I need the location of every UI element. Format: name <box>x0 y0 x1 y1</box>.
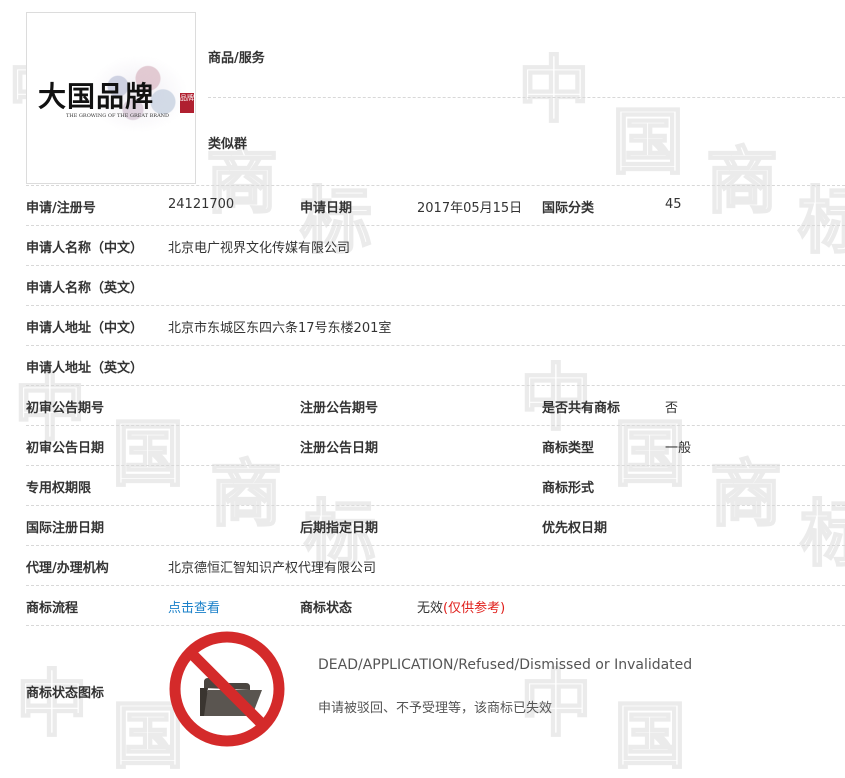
status-chinese-description: 申请被驳回、不予受理等，该商标已失效 <box>318 701 553 716</box>
status-label: 商标状态 <box>300 601 353 616</box>
divider <box>26 225 845 226</box>
status-reference-note: (仅供参考) <box>443 601 506 616</box>
status-value: 无效 <box>417 601 444 616</box>
late-designation-date-label: 后期指定日期 <box>300 521 379 536</box>
logo-main-text: 大国品牌 <box>38 80 155 113</box>
applicant-cn-value: 北京电广视界文化传媒有限公司 <box>168 241 351 256</box>
apply-date-label: 申请日期 <box>300 201 353 216</box>
divider <box>26 425 845 426</box>
address-en-label: 申请人地址（英文） <box>26 361 144 376</box>
no-folder-icon <box>169 631 285 747</box>
reg-no-value: 24121700 <box>168 197 235 212</box>
divider <box>26 305 845 306</box>
mark-type-value: 一般 <box>665 441 692 456</box>
similar-group-label: 类似群 <box>208 137 248 152</box>
apply-date-value: 2017年05月15日 <box>417 201 523 216</box>
process-view-link[interactable]: 点击查看 <box>168 597 220 616</box>
agent-value: 北京德恒汇智知识产权代理有限公司 <box>168 561 377 576</box>
mark-type-label: 商标类型 <box>542 441 595 456</box>
intl-class-label: 国际分类 <box>542 201 595 216</box>
status-icon-label: 商标状态图标 <box>26 686 105 701</box>
prelim-pub-no-label: 初审公告期号 <box>26 401 105 416</box>
reg-pub-date-label: 注册公告日期 <box>300 441 379 456</box>
trademark-image: 大国品牌 THE GROWING OF THE GREAT BRAND 品牌 <box>26 12 196 184</box>
divider <box>208 97 845 98</box>
divider <box>26 185 845 186</box>
divider <box>26 465 845 466</box>
logo-sub-text: THE GROWING OF THE GREAT BRAND <box>66 113 170 119</box>
prelim-pub-date-label: 初审公告日期 <box>26 441 105 456</box>
logo-seal: 品牌 <box>180 93 194 113</box>
divider <box>26 585 845 586</box>
applicant-en-label: 申请人名称（英文） <box>26 281 144 296</box>
divider <box>26 345 845 346</box>
applicant-cn-label: 申请人名称（中文） <box>26 241 144 256</box>
priority-date-label: 优先权日期 <box>542 521 608 536</box>
address-cn-label: 申请人地址（中文） <box>26 321 144 336</box>
goods-services-label: 商品/服务 <box>208 51 265 66</box>
intl-reg-date-label: 国际注册日期 <box>26 521 105 536</box>
trademark-detail: 大国品牌 THE GROWING OF THE GREAT BRAND 品牌 商… <box>0 0 845 751</box>
address-cn-value: 北京市东城区东四六条17号东楼201室 <box>168 321 392 336</box>
divider <box>26 265 845 266</box>
mark-form-label: 商标形式 <box>542 481 595 496</box>
shared-mark-label: 是否共有商标 <box>542 401 621 416</box>
divider <box>26 385 845 386</box>
status-value-group: 无效(仅供参考) <box>417 597 505 616</box>
agent-label: 代理/办理机构 <box>26 561 109 576</box>
trademark-logo: 大国品牌 THE GROWING OF THE GREAT BRAND 品牌 <box>36 53 194 143</box>
divider <box>26 625 845 626</box>
shared-mark-value: 否 <box>665 401 679 416</box>
process-label: 商标流程 <box>26 601 79 616</box>
divider <box>26 545 845 546</box>
intl-class-value: 45 <box>665 197 682 212</box>
reg-pub-no-label: 注册公告期号 <box>300 401 379 416</box>
exclusive-period-label: 专用权期限 <box>26 481 92 496</box>
reg-no-label: 申请/注册号 <box>26 201 96 216</box>
divider <box>26 505 845 506</box>
status-english: DEAD/APPLICATION/Refused/Dismissed or In… <box>318 657 693 673</box>
